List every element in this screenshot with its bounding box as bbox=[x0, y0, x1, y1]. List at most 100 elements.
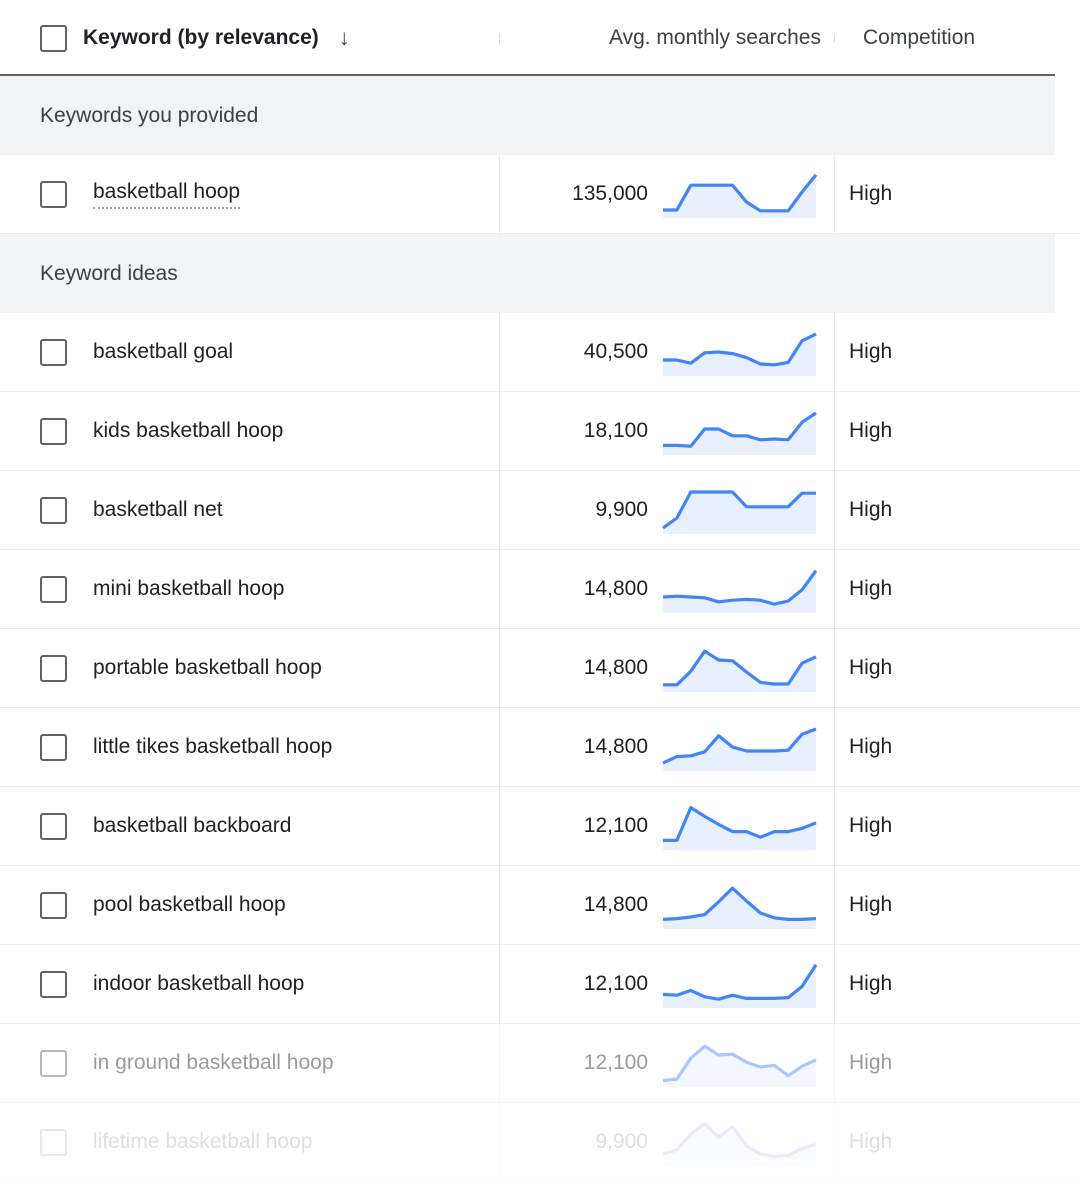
header-label-searches: Avg. monthly searches bbox=[609, 26, 821, 49]
cell-avg-monthly-searches: 135,000 bbox=[500, 155, 835, 233]
cell-avg-monthly-searches: 14,800 bbox=[500, 629, 835, 707]
cell-keyword: basketball net bbox=[0, 471, 500, 549]
competition-value: High bbox=[849, 814, 892, 838]
cell-keyword: mini basketball hoop bbox=[0, 550, 500, 628]
search-volume-value: 14,800 bbox=[584, 735, 648, 759]
keyword-label[interactable]: pool basketball hoop bbox=[93, 893, 286, 917]
arrow-down-icon[interactable]: ↓ bbox=[339, 27, 350, 49]
row-select-checkbox[interactable] bbox=[40, 813, 67, 840]
cell-keyword: pool basketball hoop bbox=[0, 866, 500, 944]
cell-keyword: portable basketball hoop bbox=[0, 629, 500, 707]
keyword-label[interactable]: indoor basketball hoop bbox=[93, 972, 304, 996]
row-select-checkbox[interactable] bbox=[40, 734, 67, 761]
cell-keyword: basketball backboard bbox=[0, 787, 500, 865]
sparkline-chart bbox=[662, 802, 817, 850]
row-select-checkbox[interactable] bbox=[40, 576, 67, 603]
keyword-label[interactable]: basketball hoop bbox=[93, 180, 240, 209]
competition-value: High bbox=[849, 1051, 892, 1075]
keyword-label[interactable]: basketball net bbox=[93, 498, 223, 522]
section-header-label: Keyword ideas bbox=[0, 262, 178, 286]
competition-value: High bbox=[849, 419, 892, 443]
cell-keyword: little tikes basketball hoop bbox=[0, 708, 500, 786]
cell-competition: High bbox=[835, 629, 1080, 707]
sparkline-chart bbox=[662, 1118, 817, 1166]
row-select-checkbox[interactable] bbox=[40, 418, 67, 445]
cell-competition: High bbox=[835, 708, 1080, 786]
table-row[interactable]: portable basketball hoop 14,800 High bbox=[0, 629, 1080, 708]
table-row[interactable]: lifetime basketball hoop 9,900 High bbox=[0, 1103, 1080, 1182]
cell-avg-monthly-searches: 12,100 bbox=[500, 787, 835, 865]
header-label-keyword: Keyword (by relevance) bbox=[83, 26, 319, 50]
competition-value: High bbox=[849, 735, 892, 759]
sparkline-chart bbox=[662, 407, 817, 455]
header-cell-keyword[interactable]: Keyword (by relevance) ↓ bbox=[0, 25, 500, 52]
row-select-checkbox[interactable] bbox=[40, 655, 67, 682]
keyword-label[interactable]: in ground basketball hoop bbox=[93, 1051, 334, 1075]
search-volume-value: 9,900 bbox=[595, 498, 648, 522]
competition-value: High bbox=[849, 972, 892, 996]
keyword-label[interactable]: mini basketball hoop bbox=[93, 577, 284, 601]
table-header-row: Keyword (by relevance) ↓ Avg. monthly se… bbox=[0, 0, 1080, 76]
keyword-label[interactable]: lifetime basketball hoop bbox=[93, 1130, 312, 1154]
row-select-checkbox[interactable] bbox=[40, 1129, 67, 1156]
section-header: Keywords you provided bbox=[0, 76, 1055, 155]
sparkline-chart bbox=[662, 565, 817, 613]
header-cell-searches[interactable]: Avg. monthly searches bbox=[500, 26, 835, 50]
table-row[interactable]: basketball hoop 135,000 High bbox=[0, 155, 1080, 234]
cell-competition: High bbox=[835, 945, 1080, 1023]
select-all-checkbox[interactable] bbox=[40, 25, 67, 52]
cell-avg-monthly-searches: 14,800 bbox=[500, 550, 835, 628]
sparkline-chart bbox=[662, 486, 817, 534]
section-header: Keyword ideas bbox=[0, 234, 1055, 313]
competition-value: High bbox=[849, 893, 892, 917]
search-volume-value: 14,800 bbox=[584, 656, 648, 680]
cell-avg-monthly-searches: 9,900 bbox=[500, 1103, 835, 1181]
cell-competition: High bbox=[835, 866, 1080, 944]
row-select-checkbox[interactable] bbox=[40, 971, 67, 998]
table-row[interactable]: in ground basketball hoop 12,100 High bbox=[0, 1024, 1080, 1103]
sparkline-chart bbox=[662, 644, 817, 692]
sparkline-chart bbox=[662, 170, 817, 218]
table-row[interactable]: kids basketball hoop18,100High bbox=[0, 392, 1080, 471]
cell-competition: High bbox=[835, 155, 1080, 233]
keyword-label[interactable]: basketball backboard bbox=[93, 814, 291, 838]
search-volume-value: 12,100 bbox=[584, 972, 648, 996]
cell-avg-monthly-searches: 9,900 bbox=[500, 471, 835, 549]
table-row[interactable]: basketball backboard 12,100 High bbox=[0, 787, 1080, 866]
search-volume-value: 12,100 bbox=[584, 1051, 648, 1075]
table-row[interactable]: mini basketball hoop 14,800 High bbox=[0, 550, 1080, 629]
search-volume-value: 40,500 bbox=[584, 340, 648, 364]
cell-competition: High bbox=[835, 1103, 1080, 1181]
keyword-planner-table: Keyword (by relevance) ↓ Avg. monthly se… bbox=[0, 0, 1080, 1187]
keyword-label[interactable]: basketball goal bbox=[93, 340, 233, 364]
table-row[interactable]: pool basketball hoop14,800High bbox=[0, 866, 1080, 945]
table-row[interactable]: indoor basketball hoop 12,100 High bbox=[0, 945, 1080, 1024]
cell-competition: High bbox=[835, 1024, 1080, 1102]
keyword-label[interactable]: portable basketball hoop bbox=[93, 656, 322, 680]
table-row[interactable]: little tikes basketball hoop 14,800 High bbox=[0, 708, 1080, 787]
competition-value: High bbox=[849, 340, 892, 364]
table-row[interactable]: basketball net 9,900 High bbox=[0, 471, 1080, 550]
cell-avg-monthly-searches: 12,100 bbox=[500, 945, 835, 1023]
competition-value: High bbox=[849, 182, 892, 206]
table-row[interactable]: basketball goal 40,500 High bbox=[0, 313, 1080, 392]
row-select-checkbox[interactable] bbox=[40, 1050, 67, 1077]
cell-competition: High bbox=[835, 471, 1080, 549]
keyword-label[interactable]: kids basketball hoop bbox=[93, 419, 283, 443]
row-select-checkbox[interactable] bbox=[40, 339, 67, 366]
cell-avg-monthly-searches: 12,100 bbox=[500, 1024, 835, 1102]
keyword-label[interactable]: little tikes basketball hoop bbox=[93, 735, 332, 759]
section-header-label: Keywords you provided bbox=[0, 104, 258, 128]
header-cell-competition[interactable]: Competition bbox=[835, 26, 1080, 50]
competition-value: High bbox=[849, 1130, 892, 1154]
cell-keyword: lifetime basketball hoop bbox=[0, 1103, 500, 1181]
sparkline-chart bbox=[662, 960, 817, 1008]
cell-keyword: indoor basketball hoop bbox=[0, 945, 500, 1023]
row-select-checkbox[interactable] bbox=[40, 181, 67, 208]
cell-avg-monthly-searches: 14,800 bbox=[500, 708, 835, 786]
cell-avg-monthly-searches: 40,500 bbox=[500, 313, 835, 391]
competition-value: High bbox=[849, 577, 892, 601]
cell-competition: High bbox=[835, 392, 1080, 470]
row-select-checkbox[interactable] bbox=[40, 497, 67, 524]
row-select-checkbox[interactable] bbox=[40, 892, 67, 919]
